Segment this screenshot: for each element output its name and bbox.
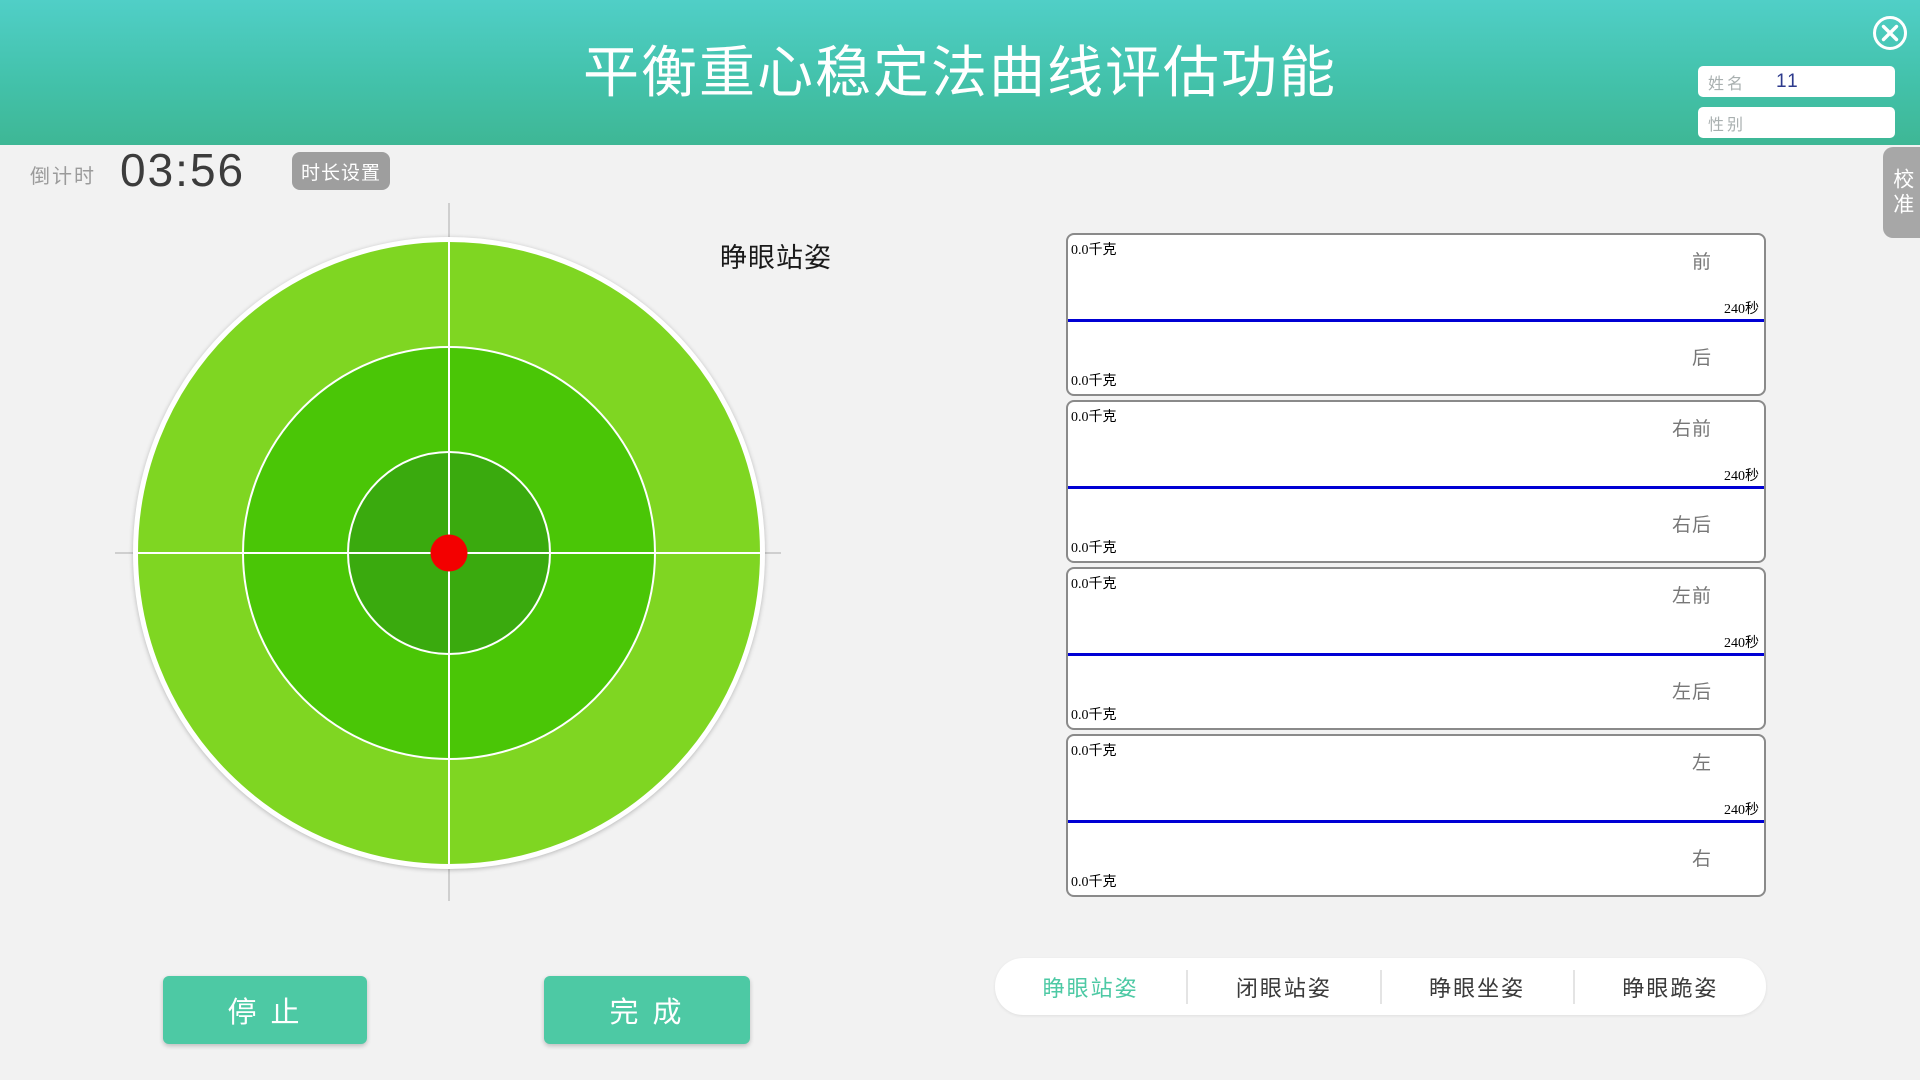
- bottom-direction-label: 右后: [1672, 510, 1712, 537]
- force-chart-panel: 0.0千克 前 240秒 后 0.0千克: [1066, 233, 1766, 396]
- top-weight-value: 0.0千克: [1071, 740, 1117, 760]
- calibrate-button[interactable]: 校准: [1883, 147, 1920, 238]
- tab-睁眼站姿[interactable]: 睁眼站姿: [995, 971, 1186, 1003]
- bottom-weight-value: 0.0千克: [1071, 537, 1117, 557]
- bottom-weight-value: 0.0千克: [1071, 370, 1117, 390]
- time-axis-line: [1068, 319, 1764, 322]
- force-chart-panel: 0.0千克 左 240秒 右 0.0千克: [1066, 734, 1766, 897]
- stop-button[interactable]: 停 止: [163, 976, 367, 1044]
- top-direction-label: 前: [1692, 247, 1712, 274]
- gender-field[interactable]: 性别: [1698, 107, 1895, 138]
- top-direction-label: 左前: [1672, 581, 1712, 608]
- current-posture-label: 睁眼站姿: [720, 236, 832, 275]
- countdown-label: 倒计时: [30, 160, 96, 189]
- duration-setting-button[interactable]: 时长设置: [292, 152, 390, 190]
- bottom-weight-value: 0.0千克: [1071, 871, 1117, 891]
- name-field-label: 姓名: [1708, 70, 1746, 94]
- center-of-gravity-dot: [431, 535, 468, 572]
- bottom-weight-value: 0.0千克: [1071, 704, 1117, 724]
- header-bar: 平衡重心稳定法曲线评估功能 姓名 11 性别: [0, 0, 1920, 145]
- force-chart-panel: 0.0千克 右前 240秒 右后 0.0千克: [1066, 400, 1766, 563]
- top-weight-value: 0.0千克: [1071, 573, 1117, 593]
- tab-闭眼站姿[interactable]: 闭眼站姿: [1188, 971, 1379, 1003]
- time-axis-line: [1068, 486, 1764, 489]
- balance-target: [133, 237, 765, 869]
- close-button[interactable]: [1871, 14, 1909, 52]
- top-direction-label: 右前: [1672, 414, 1712, 441]
- time-axis-label: 240秒: [1724, 799, 1759, 819]
- time-axis-label: 240秒: [1724, 632, 1759, 652]
- time-axis-label: 240秒: [1724, 298, 1759, 318]
- time-axis-line: [1068, 820, 1764, 823]
- tab-睁眼跪姿[interactable]: 睁眼跪姿: [1575, 971, 1766, 1003]
- time-axis-line: [1068, 653, 1764, 656]
- top-weight-value: 0.0千克: [1071, 406, 1117, 426]
- name-field[interactable]: 姓名 11: [1698, 66, 1895, 97]
- tab-睁眼坐姿[interactable]: 睁眼坐姿: [1382, 971, 1573, 1003]
- time-axis-label: 240秒: [1724, 465, 1759, 485]
- gender-field-placeholder: 性别: [1708, 111, 1746, 135]
- force-chart-panel: 0.0千克 左前 240秒 左后 0.0千克: [1066, 567, 1766, 730]
- posture-tabbar: 睁眼站姿 闭眼站姿 睁眼坐姿 睁眼跪姿: [995, 958, 1766, 1015]
- bottom-direction-label: 后: [1692, 343, 1712, 370]
- countdown-time: 03:56: [120, 143, 245, 197]
- finish-button[interactable]: 完 成: [544, 976, 750, 1044]
- close-icon: [1871, 14, 1909, 52]
- top-direction-label: 左: [1692, 748, 1712, 775]
- bottom-direction-label: 右: [1692, 844, 1712, 871]
- bottom-direction-label: 左后: [1672, 677, 1712, 704]
- force-chart-column: 0.0千克 前 240秒 后 0.0千克 0.0千克 右前 240秒 右后 0.…: [1066, 233, 1766, 901]
- name-field-value: 11: [1776, 71, 1800, 93]
- page-title: 平衡重心稳定法曲线评估功能: [0, 28, 1920, 109]
- top-weight-value: 0.0千克: [1071, 239, 1117, 259]
